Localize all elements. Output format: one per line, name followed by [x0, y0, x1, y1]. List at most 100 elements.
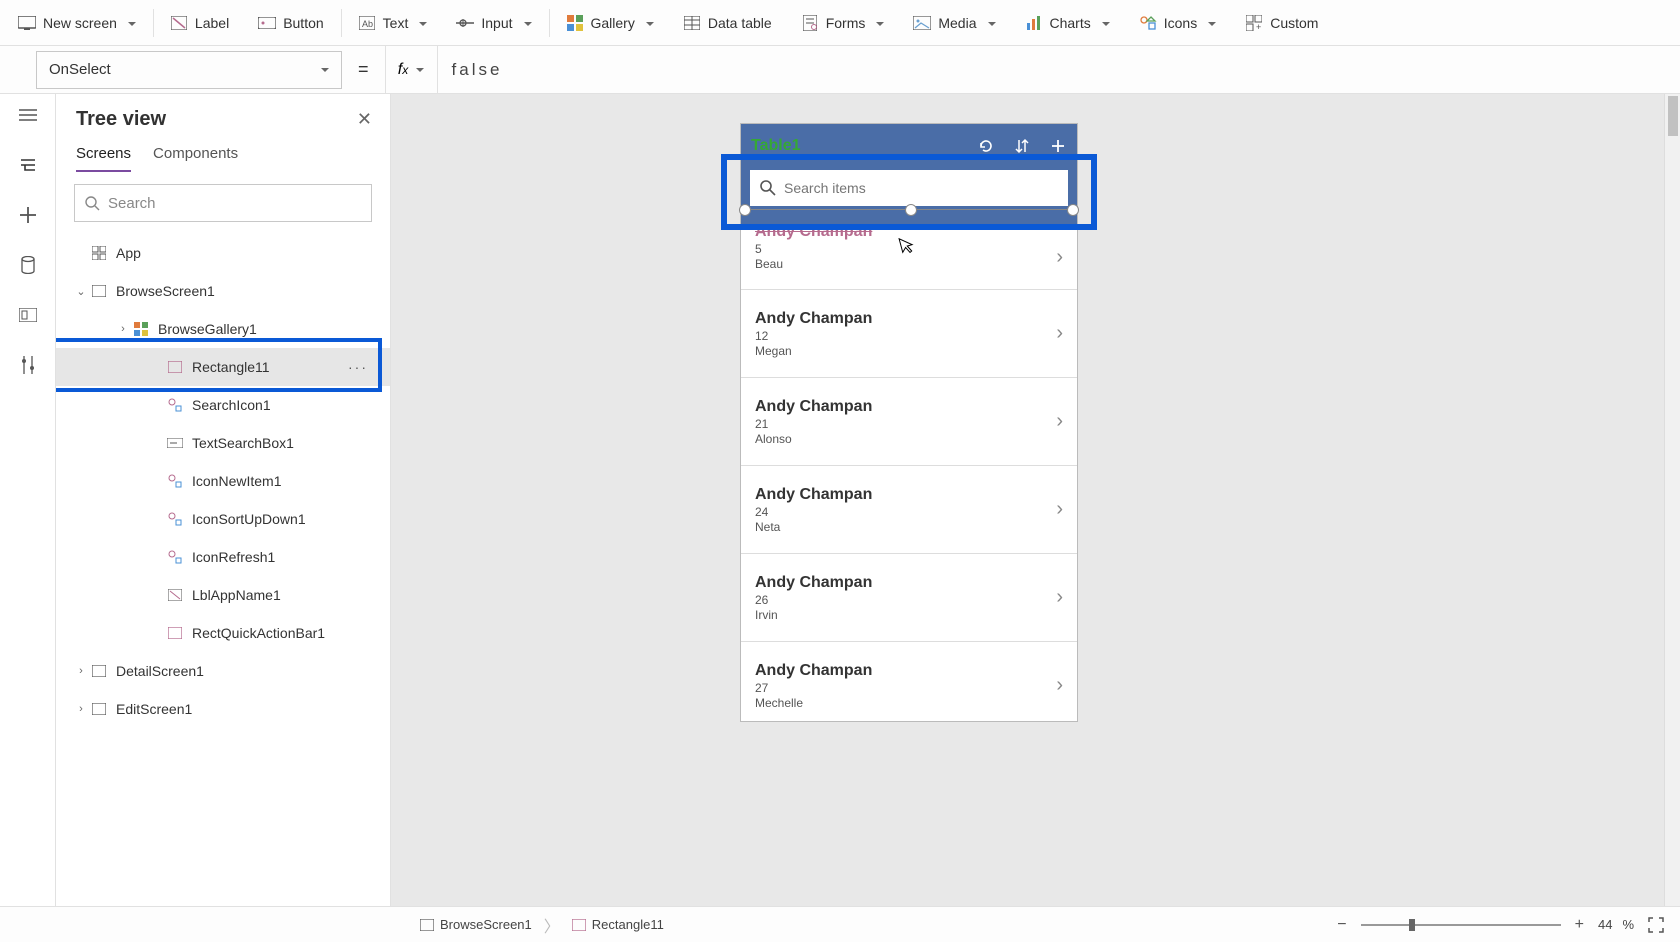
- media-icon: [913, 14, 931, 32]
- resize-handle[interactable]: [905, 204, 917, 216]
- property-dropdown[interactable]: OnSelect: [36, 51, 342, 89]
- zoom-slider[interactable]: [1361, 924, 1561, 926]
- icon-control-icon: [164, 474, 186, 488]
- data-table-button[interactable]: Data table: [669, 0, 787, 45]
- refresh-icon[interactable]: [977, 137, 995, 155]
- gallery-item[interactable]: Andy Champan 24 Neta ›: [741, 466, 1077, 554]
- tree-search[interactable]: Search: [74, 184, 372, 222]
- tree-item-searchicon[interactable]: SearchIcon1: [56, 386, 390, 424]
- gallery-menu[interactable]: Gallery: [552, 0, 669, 45]
- vertical-scrollbar[interactable]: [1664, 94, 1680, 906]
- gallery-icon: [130, 322, 152, 336]
- tree-item-detailscreen[interactable]: › DetailScreen1: [56, 652, 390, 690]
- rectangle-icon: [164, 627, 186, 639]
- advanced-icon[interactable]: [17, 354, 39, 376]
- text-menu[interactable]: Ab Text: [344, 0, 443, 45]
- hamburger-icon[interactable]: [17, 104, 39, 126]
- charts-icon: [1025, 14, 1043, 32]
- tree-label: TextSearchBox1: [192, 435, 294, 451]
- tree-item-textsearchbox[interactable]: TextSearchBox1: [56, 424, 390, 462]
- tab-components[interactable]: Components: [153, 145, 238, 172]
- tree-item-rectangle11[interactable]: Rectangle11 ···: [56, 348, 390, 386]
- formula-input[interactable]: false: [437, 46, 1680, 94]
- textbox-icon: [164, 438, 186, 448]
- scrollbar-thumb[interactable]: [1668, 96, 1678, 136]
- fit-screen-icon[interactable]: [1644, 917, 1668, 933]
- zoom-in-button[interactable]: +: [1571, 916, 1588, 934]
- item-sub1: 21: [755, 417, 872, 431]
- item-sub2: Neta: [755, 520, 872, 534]
- tree-label: IconRefresh1: [192, 549, 275, 565]
- input-menu[interactable]: Input: [442, 0, 546, 45]
- chevron-down-icon: [520, 15, 532, 31]
- tree-item-browsescreen[interactable]: ⌄ BrowseScreen1: [56, 272, 390, 310]
- canvas[interactable]: Table1: [391, 94, 1680, 906]
- tree-item-lblappname[interactable]: LblAppName1: [56, 576, 390, 614]
- add-icon[interactable]: [1049, 137, 1067, 155]
- item-sub1: 26: [755, 593, 872, 607]
- app-preview: Table1: [741, 124, 1077, 721]
- breadcrumb-control[interactable]: Rectangle11: [562, 907, 674, 942]
- custom-menu[interactable]: + Custom: [1231, 0, 1333, 45]
- item-title: Andy Champan: [755, 226, 872, 241]
- tree-item-browsegallery[interactable]: › BrowseGallery1: [56, 310, 390, 348]
- breadcrumb-screen[interactable]: BrowseScreen1: [410, 907, 542, 942]
- icons-menu[interactable]: Icons: [1125, 0, 1231, 45]
- button-button[interactable]: Button: [244, 0, 338, 45]
- breadcrumb-label: Rectangle11: [592, 917, 664, 932]
- charts-label: Charts: [1050, 15, 1091, 31]
- zoom-thumb[interactable]: [1409, 919, 1415, 931]
- more-icon[interactable]: ···: [348, 359, 368, 375]
- new-screen-label: New screen: [43, 15, 117, 31]
- gallery-item[interactable]: Andy Champan 12 Megan ›: [741, 290, 1077, 378]
- item-sub2: Mechelle: [755, 696, 872, 710]
- tree-view-icon[interactable]: [17, 154, 39, 176]
- data-table-label: Data table: [708, 15, 772, 31]
- insert-icon[interactable]: [17, 204, 39, 226]
- tree-label: App: [116, 245, 141, 261]
- tree-item-rectquickaction[interactable]: RectQuickActionBar1: [56, 614, 390, 652]
- media-menu[interactable]: Media: [899, 0, 1010, 45]
- tree-item-iconsort[interactable]: IconSortUpDown1: [56, 500, 390, 538]
- tree-label: IconNewItem1: [192, 473, 281, 489]
- gallery-item[interactable]: Andy Champan 26 Irvin ›: [741, 554, 1077, 642]
- search-box[interactable]: [750, 170, 1068, 206]
- sort-icon[interactable]: [1013, 137, 1031, 155]
- new-screen-menu[interactable]: New screen: [4, 0, 151, 45]
- chevron-right-icon: ›: [1056, 246, 1063, 269]
- tab-screens[interactable]: Screens: [76, 145, 131, 172]
- label-button[interactable]: Label: [156, 0, 244, 45]
- screen-icon: [88, 703, 110, 715]
- tree-label: BrowseScreen1: [116, 283, 215, 299]
- charts-menu[interactable]: Charts: [1011, 0, 1125, 45]
- forms-label: Forms: [826, 15, 866, 31]
- icons-icon: [1139, 14, 1157, 32]
- media-label: Media: [938, 15, 976, 31]
- tree-label: IconSortUpDown1: [192, 511, 306, 527]
- chevron-down-icon: [1098, 15, 1110, 31]
- breadcrumb-separator: 〉: [542, 913, 562, 937]
- fx-button[interactable]: fx: [385, 46, 437, 94]
- resize-handle[interactable]: [1067, 204, 1079, 216]
- tree-item-app[interactable]: App: [56, 234, 390, 272]
- media-rail-icon[interactable]: [17, 304, 39, 326]
- forms-menu[interactable]: Forms: [787, 0, 900, 45]
- close-icon[interactable]: ✕: [357, 109, 372, 130]
- item-sub2: Alonso: [755, 432, 872, 446]
- gallery-item[interactable]: Andy Champan 27 Mechelle ›: [741, 642, 1077, 721]
- caret-icon: ⌄: [74, 285, 88, 298]
- app-icon: [88, 246, 110, 260]
- tree-item-iconnewitem[interactable]: IconNewItem1: [56, 462, 390, 500]
- resize-handle[interactable]: [739, 204, 751, 216]
- forms-icon: [801, 14, 819, 32]
- search-icon: [85, 196, 100, 211]
- data-icon[interactable]: [17, 254, 39, 276]
- screen-icon: [18, 14, 36, 32]
- zoom-out-button[interactable]: −: [1333, 916, 1350, 934]
- tree-item-editscreen[interactable]: › EditScreen1: [56, 690, 390, 728]
- search-input[interactable]: [784, 180, 1058, 196]
- gallery-item[interactable]: Andy Champan 21 Alonso ›: [741, 378, 1077, 466]
- tree-title: Tree view: [76, 108, 166, 131]
- tree-item-iconrefresh[interactable]: IconRefresh1: [56, 538, 390, 576]
- screen-icon: [420, 919, 434, 931]
